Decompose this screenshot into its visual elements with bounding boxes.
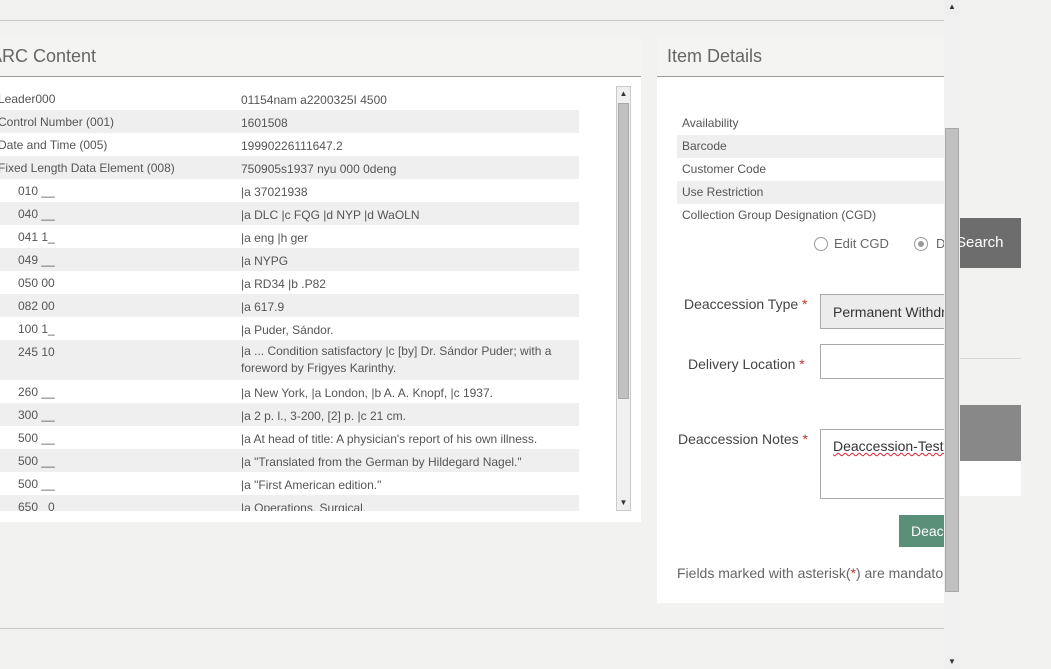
footer-divider [0,628,944,629]
table-row: 650 _0 |a Operations, Surgical. [0,495,579,511]
page-scrollbar-thumb[interactable] [945,128,959,592]
mandatory-note: Fields marked with asterisk(*) are manda… [677,565,944,581]
header-divider [0,20,944,21]
marc-value: 750905s1937 nyu 000 0deng [241,162,397,176]
marc-tag: 500 __ [18,431,55,445]
notes-text: Deaccession-Testing [833,438,944,454]
deaccession-radio[interactable] [914,237,928,251]
marc-value: |a NYPG [241,254,289,268]
marc-value: |a "First American edition." [241,478,382,492]
detail-label: Barcode [682,139,727,153]
detail-label: Availability [682,116,739,130]
table-row: 300 __ |a 2 p. l., 3-200, [2] p. |c 21 cm… [0,403,579,426]
marc-value: |a ... Condition satisfactory |c [by] Dr… [241,344,552,375]
marc-tag: 500 __ [18,477,55,491]
marc-value: |a At head of title: A physician's repor… [241,432,538,446]
marc-tag: 041 1_ [18,230,55,244]
required-asterisk: * [802,296,808,312]
marc-tag: 040 __ [18,207,55,221]
marc-value: 1601508 [241,116,288,130]
detail-label: Use Restriction [682,185,764,199]
marc-value: 01154nam a2200325I 4500 [241,93,387,107]
marc-scrollbar-thumb[interactable] [618,103,629,399]
detail-label: Customer Code [682,162,767,176]
scroll-up-arrow-icon[interactable]: ▲ [945,0,959,14]
edit-cgd-label: Edit CGD [834,236,889,251]
scroll-down-arrow-icon[interactable]: ▼ [617,496,630,510]
detail-row-use-restriction: Use Restriction [677,181,944,204]
marc-tag: 050 00 [18,276,55,290]
delivery-location-select[interactable] [820,344,944,379]
marc-tag: 650 _0 [18,500,55,511]
required-asterisk: * [799,356,805,372]
detail-row-customer-code: Customer Code [677,158,944,181]
marc-value: |a eng |h ger [241,231,308,245]
table-row: 245 10 |a ... Condition satisfactory |c [… [0,340,579,380]
table-row: Leader000 01154nam a2200325I 4500 [0,87,579,110]
marc-value: |a 617.9 [241,300,285,314]
table-row: Control Number (001) 1601508 [0,110,579,133]
marc-tag: 260 __ [18,385,55,399]
marc-tag: 245 10 [18,345,55,359]
marc-tag: 300 __ [18,408,55,422]
marc-panel-title: MARC Content [0,46,97,66]
marc-table-scrollbar[interactable]: ▲ ▼ [616,86,631,511]
search-button-label: Search [956,234,1004,251]
marc-content-panel: MARC Content Leader000 01154nam a2200325I… [0,36,641,522]
marc-table: Leader000 01154nam a2200325I 4500 Control… [0,87,579,511]
marc-value: |a DLC |c FQG |d NYP |d WaOLN [241,208,420,222]
item-details-panel: Item Details Availability Barcode Custom… [657,36,944,603]
detail-row-availability: Availability [677,112,944,135]
marc-tag: Fixed Length Data Element (008) [0,161,175,175]
scroll-up-arrow-icon[interactable]: ▲ [617,87,630,101]
table-row: 100 1_ |a Puder, Sándor. [0,317,579,340]
page-scrollbar[interactable]: ▲ ▼ [944,0,960,669]
marc-tag: 082 00 [18,299,55,313]
table-row: 010 __ |a 37021938 [0,179,579,202]
deaccession-radio-label: Deaccession [936,236,944,251]
details-panel-header: Item Details [657,36,944,77]
table-row: 500 __ |a "First American edition." [0,472,579,495]
deaccession-type-label: Deaccession Type * [684,296,808,312]
marc-tag: 049 __ [18,253,55,267]
marc-value: 19990226111647.2 [241,139,343,153]
table-row: Date and Time (005) 19990226111647.2 [0,133,579,156]
table-row: 049 __ |a NYPG [0,248,579,271]
marc-value: |a Puder, Sándor. [241,323,334,337]
deaccession-type-select[interactable]: Permanent Withdrawal [820,294,944,329]
table-row: 041 1_ |a eng |h ger [0,225,579,248]
deaccession-submit-button[interactable]: Deaccession [899,515,944,547]
marc-tag: Control Number (001) [0,115,115,129]
marc-tag: 010 __ [18,184,55,198]
table-row: 260 __ |a New York, |a London, |b A. A. K… [0,380,579,403]
detail-label: Collection Group Designation (CGD) [682,208,877,222]
edit-cgd-radio[interactable] [814,237,828,251]
marc-value: |a New York, |a London, |b A. A. Knopf, … [241,386,493,400]
marc-value: |a RD34 |b .P82 [241,277,326,291]
marc-tag: Date and Time (005) [0,138,108,152]
required-asterisk: * [802,431,808,447]
table-row: Fixed Length Data Element (008) 750905s19… [0,156,579,179]
marc-tag: 500 __ [18,454,55,468]
table-row: 082 00 |a 617.9 [0,294,579,317]
delivery-location-label: Delivery Location * [688,356,805,372]
detail-row-barcode: Barcode [677,135,944,158]
deaccession-notes-label: Deaccession Notes * [678,431,808,447]
marc-value: |a Operations, Surgical. [241,501,367,511]
marc-value: |a 2 p. l., 3-200, [2] p. |c 21 cm. [241,409,406,423]
table-row: 500 __ |a At head of title: A physician's… [0,426,579,449]
scroll-down-arrow-icon[interactable]: ▼ [945,655,959,669]
table-row: 040 __ |a DLC |c FQG |d NYP |d WaOLN [0,202,579,225]
marc-tag: Leader000 [0,92,56,106]
details-panel-title: Item Details [667,46,763,66]
marc-value: |a "Translated from the German by Hildeg… [241,455,522,469]
table-row: 050 00 |a RD34 |b .P82 [0,271,579,294]
marc-panel-header: MARC Content [0,36,641,77]
table-row: 500 __ |a "Translated from the German by … [0,449,579,472]
marc-value: |a 37021938 [241,185,308,199]
detail-row-cgd: Collection Group Designation (CGD) [677,204,944,227]
deaccession-notes-textarea[interactable]: Deaccession-Testing [820,429,944,499]
marc-tag: 100 1_ [18,322,55,336]
